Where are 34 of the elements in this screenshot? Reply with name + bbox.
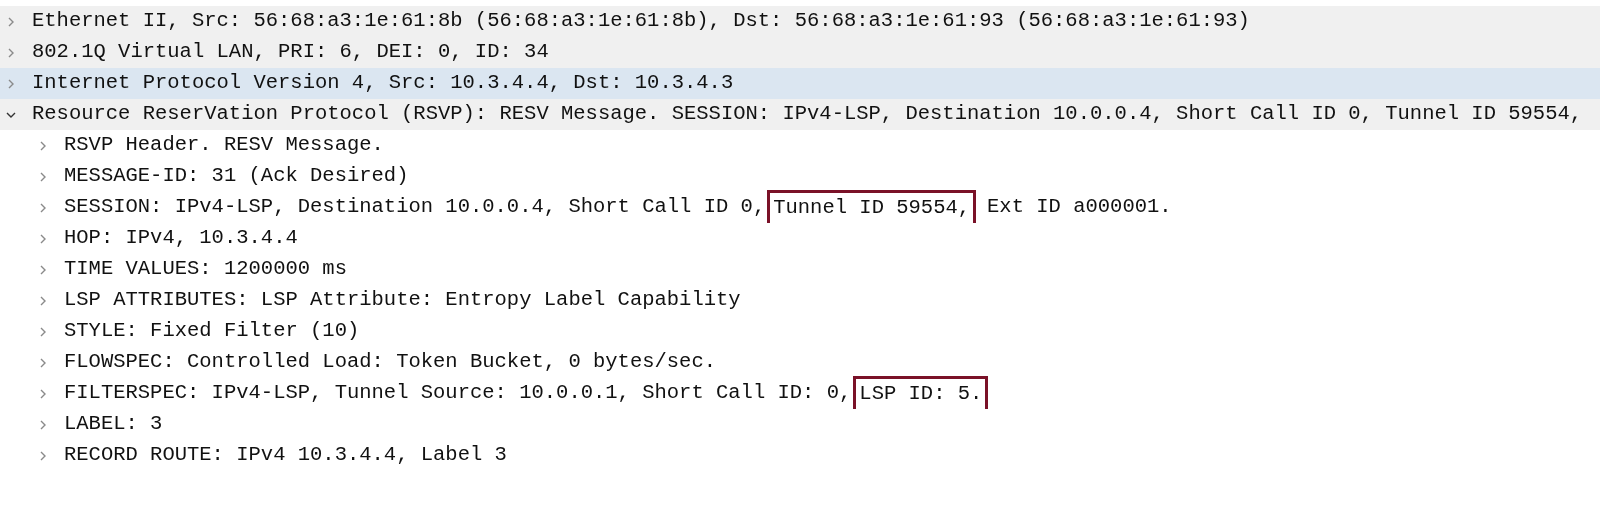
expand-chevron-icon[interactable]	[38, 419, 48, 430]
field-text: HOP: IPv4, 10.3.4.4	[64, 225, 298, 252]
field-text: Ext ID a000001.	[987, 194, 1172, 221]
expand-chevron-icon[interactable]	[38, 357, 48, 368]
expand-chevron-icon[interactable]	[38, 450, 48, 461]
tree-row[interactable]: Ethernet II, Src: 56:68:a3:1e:61:8b (56:68:a3:1e:61:8b), Dst: 56:68:a3:1e:61:93 (56:68:a3:1e:61:93)	[0, 6, 1600, 37]
expand-chevron-icon[interactable]	[6, 47, 16, 58]
field-text: STYLE: Fixed Filter (10)	[64, 318, 360, 345]
field-text: RSVP Header. RESV Message.	[64, 132, 384, 159]
expand-chevron-icon[interactable]	[38, 140, 48, 151]
field-text: LABEL: 3	[64, 411, 163, 438]
expand-chevron-icon[interactable]	[38, 171, 48, 182]
expand-chevron-icon[interactable]	[6, 78, 16, 89]
expand-chevron-icon[interactable]	[38, 264, 48, 275]
expand-chevron-icon[interactable]	[38, 233, 48, 244]
field-text: SESSION: IPv4-LSP, Destination 10.0.0.4, Short Call ID 0,	[64, 194, 766, 221]
field-text: FLOWSPEC: Controlled Load: Token Bucket, 0 bytes/sec.	[64, 349, 716, 376]
field-text: MESSAGE-ID: 31 (Ack Desired)	[64, 163, 409, 190]
field-text: Internet Protocol Version 4, Src: 10.3.4.4, Dst: 10.3.4.3	[32, 70, 734, 97]
field-text: Ethernet II, Src: 56:68:a3:1e:61:8b (56:68:a3:1e:61:8b), Dst: 56:68:a3:1e:61:93 (56:68:a3:1e:61:93)	[32, 8, 1250, 35]
expand-chevron-icon[interactable]	[38, 202, 48, 213]
field-text: LSP ATTRIBUTES: LSP Attribute: Entropy Label Capability	[64, 287, 741, 314]
expand-chevron-icon[interactable]	[38, 326, 48, 337]
expand-chevron-icon[interactable]	[38, 388, 48, 399]
field-text: Resource ReserVation Protocol (RSVP): RESV Message. SESSION: IPv4-LSP, Destination 10.0.0.4, Short Call ID 0, Tunnel ID 59554,	[32, 101, 1583, 128]
expand-chevron-icon[interactable]	[6, 16, 16, 27]
field-text: TIME VALUES: 1200000 ms	[64, 256, 347, 283]
field-text: FILTERSPEC: IPv4-LSP, Tunnel Source: 10.0.0.1, Short Call ID: 0,	[64, 380, 852, 407]
field-text: RECORD ROUTE: IPv4 10.3.4.4, Label 3	[64, 442, 507, 469]
expand-chevron-icon[interactable]	[38, 295, 48, 306]
tree-row[interactable]: 802.1Q Virtual LAN, PRI: 6, DEI: 0, ID: 34	[0, 37, 1600, 68]
field-text: 802.1Q Virtual LAN, PRI: 6, DEI: 0, ID: 34	[32, 39, 549, 66]
tree-row[interactable]: Internet Protocol Version 4, Src: 10.3.4.4, Dst: 10.3.4.3	[0, 68, 1600, 99]
tree-row[interactable]: Resource ReserVation Protocol (RSVP): RESV Message. SESSION: IPv4-LSP, Destination 10.0.0.4, Short Call ID 0, Tunnel ID 59554,	[0, 99, 1600, 130]
